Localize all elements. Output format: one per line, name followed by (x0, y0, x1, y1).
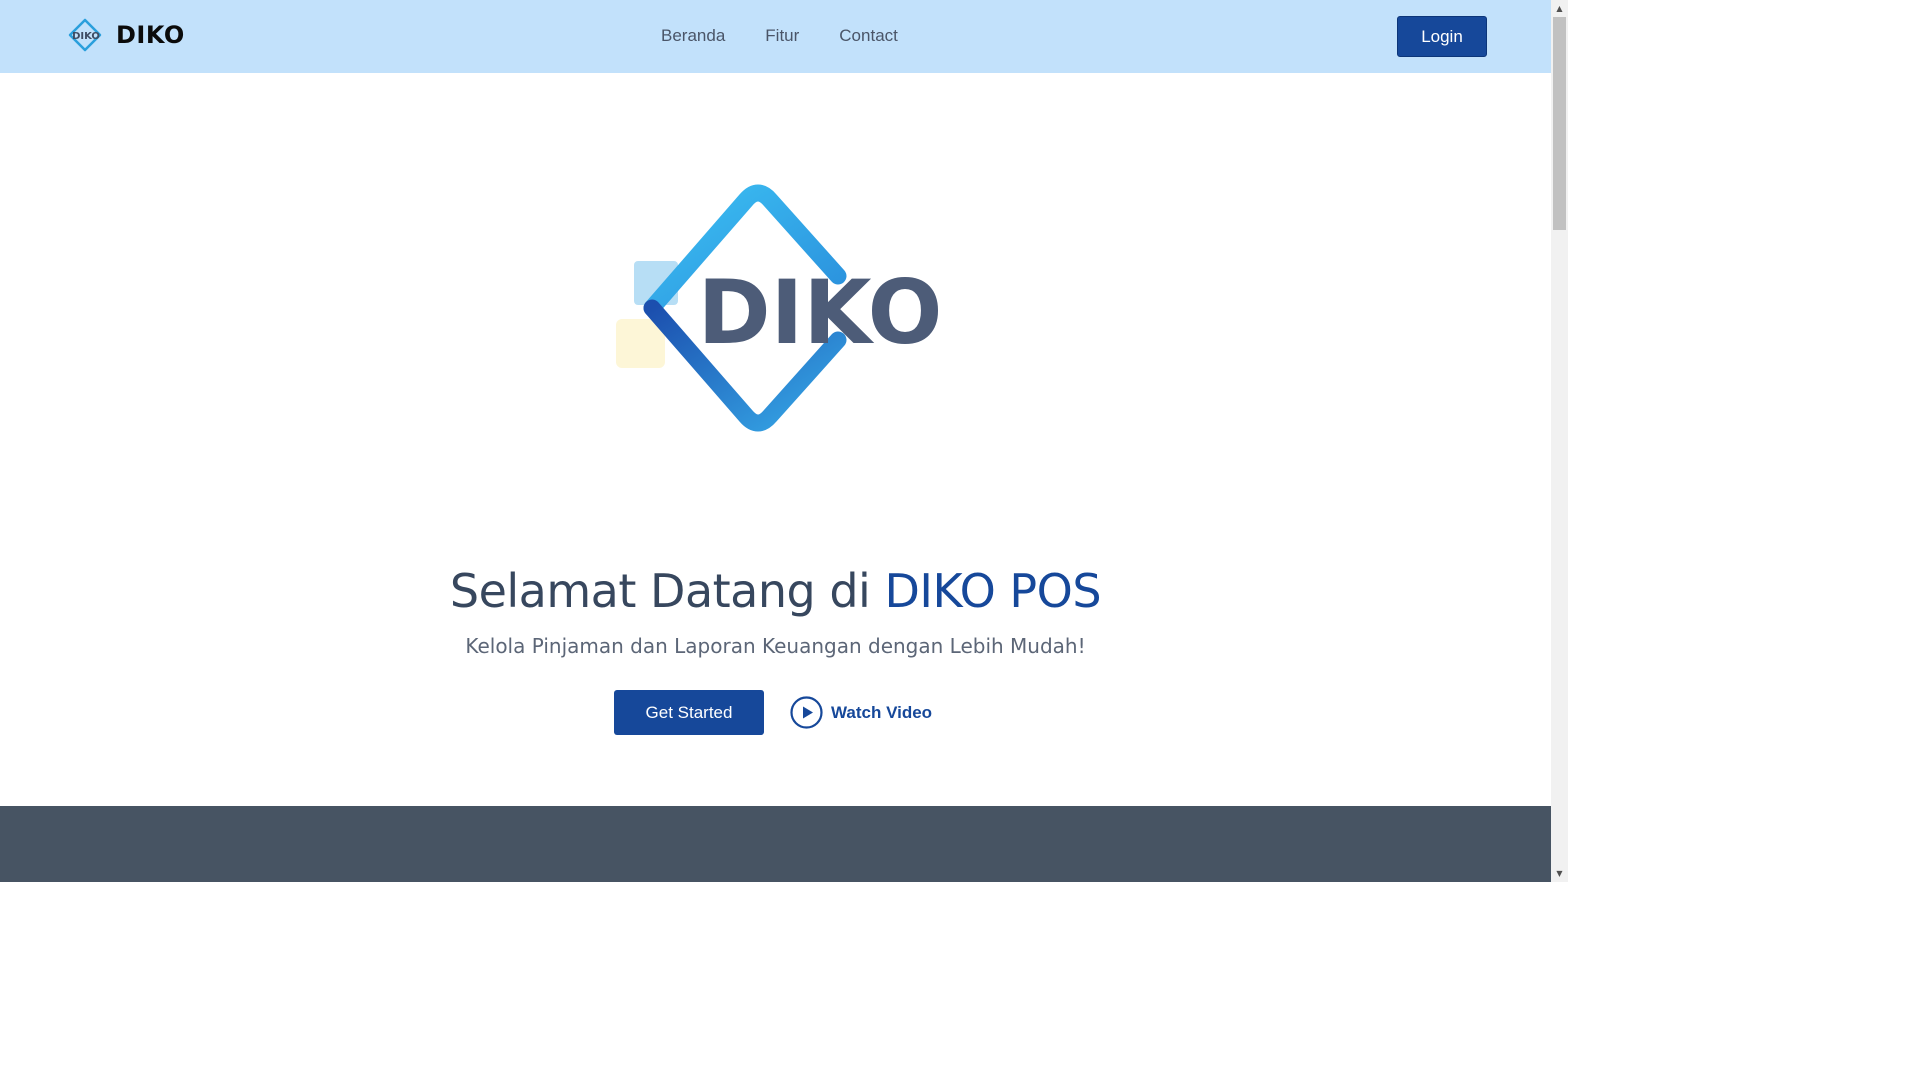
hero-title-prefix: Selamat Datang di (449, 564, 885, 618)
main-nav: Beranda Fitur Contact (661, 24, 898, 48)
page-scrollbar[interactable]: ▲ ▼ (1551, 0, 1568, 882)
diko-hero-logo-image: DIKO (616, 184, 943, 432)
watch-video-label: Watch Video (831, 702, 933, 722)
watch-video-link[interactable]: Watch Video (790, 696, 932, 729)
page-viewport: DIKO DIKO Beranda Fitur Contact Login DI… (0, 0, 1551, 882)
get-started-button[interactable]: Get Started (614, 690, 764, 735)
hero-subtitle: Kelola Pinjaman dan Laporan Keuangan den… (465, 634, 1086, 658)
play-circle-icon (790, 696, 823, 729)
brand-name: DIKO (116, 21, 185, 49)
diko-logo-icon: DIKO (68, 18, 102, 52)
brand-home-link[interactable]: DIKO DIKO (66, 16, 185, 54)
hero-title: Selamat Datang di DIKO POS (0, 560, 1551, 622)
next-section-band (0, 806, 1551, 882)
site-header: DIKO DIKO Beranda Fitur Contact Login (0, 0, 1551, 73)
nav-link-contact[interactable]: Contact (839, 24, 898, 48)
hero-logo: DIKO (600, 180, 950, 440)
scroll-down-arrow-icon[interactable]: ▼ (1551, 865, 1568, 882)
scroll-up-arrow-icon[interactable]: ▲ (1551, 0, 1568, 17)
nav-link-beranda[interactable]: Beranda (661, 24, 725, 48)
hero-cta-row: Get Started Watch Video (614, 690, 932, 735)
svg-text:DIKO: DIKO (698, 261, 943, 364)
hero-title-accent: DIKO POS (884, 564, 1102, 618)
nav-link-fitur[interactable]: Fitur (765, 24, 799, 48)
scroll-thumb[interactable] (1553, 17, 1566, 230)
svg-text:DIKO: DIKO (72, 31, 100, 42)
login-button[interactable]: Login (1397, 16, 1487, 57)
